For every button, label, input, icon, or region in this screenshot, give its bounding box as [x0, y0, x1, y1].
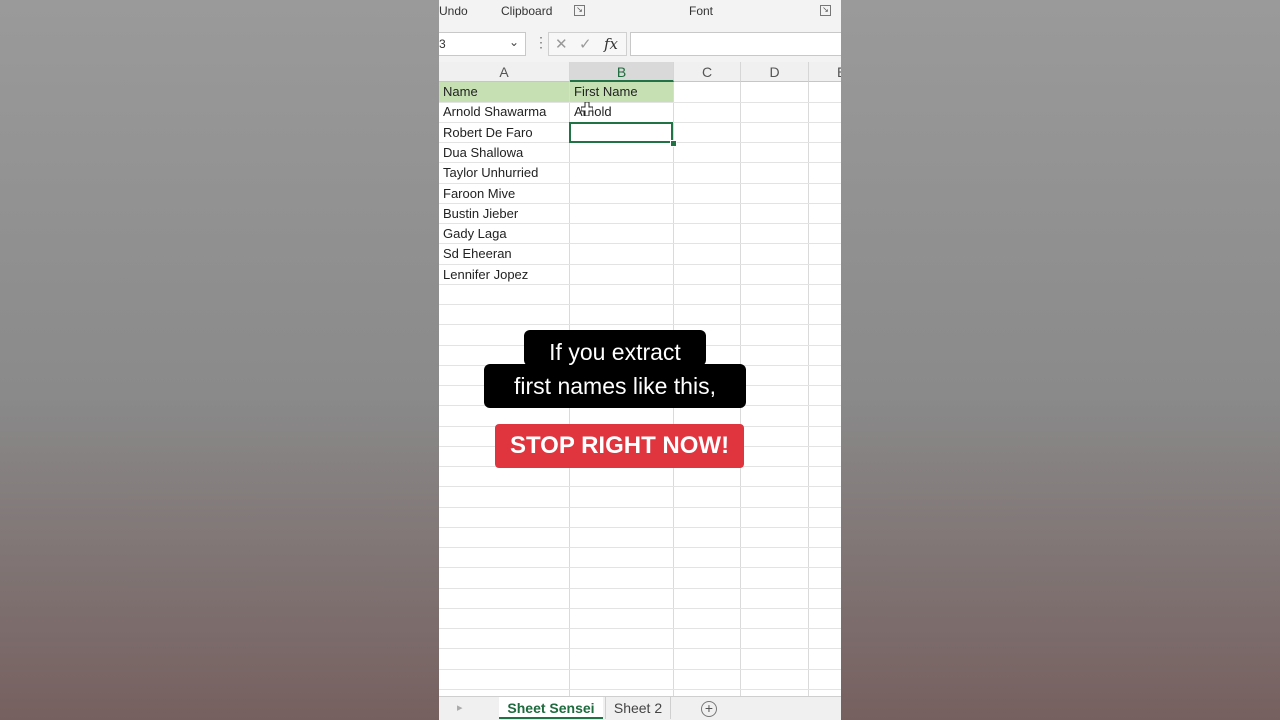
fill-handle[interactable]: [670, 140, 677, 147]
grid-line: [439, 689, 841, 690]
column-header-c[interactable]: C: [674, 62, 741, 82]
name-box-value: 3: [439, 37, 446, 51]
grid-line: [439, 608, 841, 609]
grid-line: [439, 588, 841, 589]
clipboard-launcher-icon[interactable]: ↘: [574, 5, 585, 16]
grid-line: [439, 648, 841, 649]
formula-bar: 3 ⌄ ⋮ ✕ ✓ fx: [439, 24, 841, 63]
background-right: [841, 0, 1280, 720]
name-cell[interactable]: Gady Laga: [439, 224, 569, 244]
column-header-a[interactable]: A: [439, 62, 570, 82]
undo-group-label[interactable]: Undo: [439, 4, 468, 18]
tab-sheet-2[interactable]: Sheet 2: [605, 697, 671, 719]
caption-line-2: first names like this,: [514, 373, 716, 399]
name-cell[interactable]: Robert De Faro: [439, 123, 569, 143]
cancel-icon[interactable]: ✕: [555, 35, 568, 53]
add-sheet-icon[interactable]: +: [701, 701, 717, 717]
cursor-icon: [581, 102, 593, 116]
tab-sheet-sensei[interactable]: Sheet Sensei: [499, 697, 603, 719]
formula-input[interactable]: [630, 32, 841, 56]
caption-text: If you extract first names like this,: [484, 335, 746, 403]
name-cell[interactable]: Lennifer Jopez: [439, 265, 569, 285]
active-cell-b3[interactable]: [569, 122, 673, 143]
stop-banner: STOP RIGHT NOW!: [495, 424, 744, 468]
header-cell-name[interactable]: Name: [439, 82, 569, 102]
ribbon: Undo Clipboard ↘ Font ↘: [439, 0, 841, 25]
grid-line: [439, 527, 841, 528]
grid-line: [439, 669, 841, 670]
name-cell[interactable]: Dua Shallowa: [439, 143, 569, 163]
background-left: [0, 0, 439, 720]
insert-function-icon[interactable]: fx: [604, 35, 618, 53]
grid-line: [808, 82, 809, 696]
tab-scroll-icon[interactable]: ▸: [457, 701, 463, 714]
column-header-b[interactable]: B: [570, 62, 674, 82]
header-cell-first-name[interactable]: First Name: [570, 82, 673, 102]
name-cell[interactable]: Faroon Mive: [439, 184, 569, 204]
name-box[interactable]: 3 ⌄: [439, 32, 526, 56]
font-group-label: Font: [689, 4, 714, 18]
name-cell[interactable]: Arnold Shawarma: [439, 102, 569, 122]
enter-icon[interactable]: ✓: [579, 35, 592, 53]
font-launcher-icon[interactable]: ↘: [820, 5, 831, 16]
column-header-d[interactable]: D: [741, 62, 809, 82]
caption-line-1: If you extract: [549, 339, 681, 365]
name-cell[interactable]: Bustin Jieber: [439, 204, 569, 224]
name-cell[interactable]: Sd Eheeran: [439, 244, 569, 264]
grid-line: [439, 507, 841, 508]
formula-buttons: ✕ ✓ fx: [548, 32, 627, 56]
sheet-tabs: ▸ Sheet Sensei Sheet 2 +: [439, 696, 841, 720]
more-dots-icon[interactable]: ⋮: [534, 34, 548, 51]
name-cell[interactable]: Taylor Unhurried: [439, 163, 569, 183]
grid-line: [439, 567, 841, 568]
chevron-down-icon[interactable]: ⌄: [509, 35, 519, 49]
grid-line: [439, 304, 841, 305]
column-header-e[interactable]: E: [809, 62, 841, 82]
grid-line: [439, 547, 841, 548]
grid-line: [439, 486, 841, 487]
grid-line: [439, 324, 841, 325]
clipboard-group-label: Clipboard: [501, 4, 553, 18]
grid-line: [439, 628, 841, 629]
